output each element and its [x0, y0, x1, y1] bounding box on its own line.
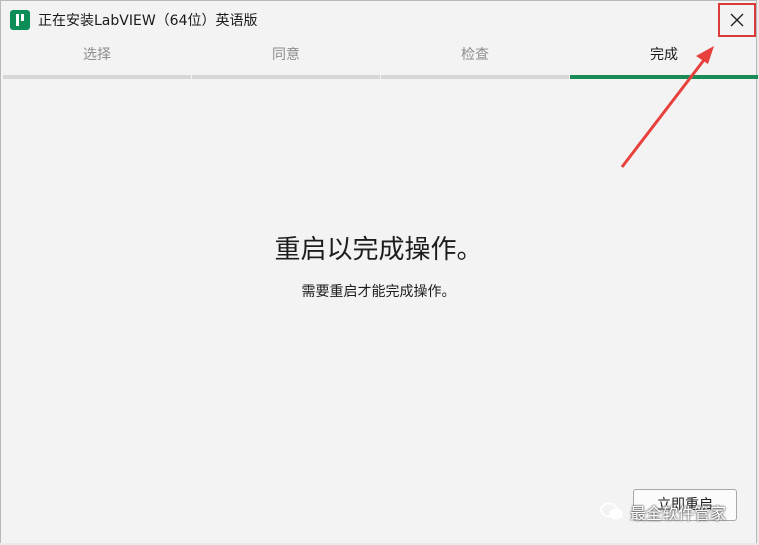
close-button[interactable]	[718, 3, 756, 37]
tab-label: 检查	[461, 47, 489, 63]
step-tabs: 选择 同意 检查 完成	[1, 39, 758, 79]
tab-check[interactable]: 检查	[381, 39, 569, 79]
title-bar: 正在安装LabVIEW（64位）英语版	[1, 1, 756, 39]
tab-label: 完成	[650, 47, 678, 63]
main-content: 重启以完成操作。 需要重启才能完成操作。 立即重启	[1, 79, 756, 543]
tab-select[interactable]: 选择	[3, 39, 191, 79]
tab-agree[interactable]: 同意	[192, 39, 380, 79]
window-title: 正在安装LabVIEW（64位）英语版	[38, 13, 258, 29]
installer-window: 正在安装LabVIEW（64位）英语版 选择 同意 检查 完成 重启以完成操作。…	[0, 0, 758, 543]
watermark: 最全软件管家	[600, 500, 726, 524]
page-subtext: 需要重启才能完成操作。	[301, 284, 456, 300]
wechat-icon	[600, 502, 623, 520]
labview-app-icon	[10, 10, 30, 30]
tab-label: 选择	[83, 47, 111, 63]
tab-label: 同意	[272, 47, 300, 63]
page-headline: 重启以完成操作。	[274, 235, 483, 265]
close-icon	[730, 13, 744, 27]
tab-finish[interactable]: 完成	[570, 39, 758, 79]
watermark-text: 最全软件管家	[630, 504, 727, 523]
